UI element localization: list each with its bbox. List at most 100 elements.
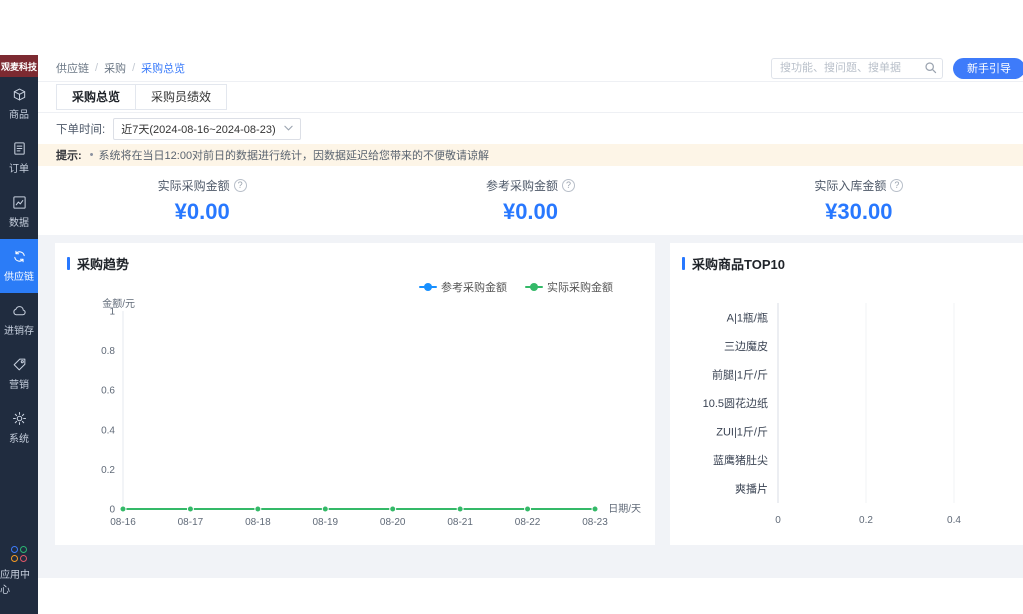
- stat-value: ¥30.00: [825, 199, 892, 225]
- sidebar-item-label: 营销: [9, 376, 29, 391]
- breadcrumb-supply-chain[interactable]: 供应链: [56, 60, 89, 76]
- svg-text:0.4: 0.4: [947, 515, 961, 526]
- sidebar-item-data[interactable]: 数据: [0, 185, 38, 239]
- sidebar-item-label: 系统: [9, 430, 29, 445]
- breadcrumb-separator: /: [132, 62, 135, 74]
- stat-label: 实际采购金额 ?: [158, 177, 247, 194]
- svg-text:08-18: 08-18: [245, 517, 271, 528]
- stat-value: ¥0.00: [175, 199, 230, 225]
- filter-bar: 下单时间: 近7天(2024-08-16~2024-08-23): [38, 113, 1023, 144]
- system-gear-icon: [12, 411, 27, 426]
- top10-products-panel: 采购商品TOP10 A|1瓶/瓶三边魔皮前腿|1斤/斤 10.5圆花边纸 ZUI|1…: [670, 243, 1023, 545]
- legend-marker: [419, 283, 437, 291]
- chevron-down-icon: [284, 125, 293, 132]
- top-header: 供应链 / 采购 / 采购总览 新手引导: [38, 55, 1023, 82]
- svg-text:0.6: 0.6: [101, 386, 115, 397]
- supply-chain-icon: [12, 249, 27, 264]
- legend-label: 实际采购金额: [547, 279, 613, 295]
- inventory-cloud-icon: [12, 303, 27, 318]
- panel-title-text: 采购趋势: [77, 254, 129, 273]
- tab-buyer-performance[interactable]: 采购员绩效: [135, 84, 227, 110]
- svg-text:10.5圆花边纸: 10.5圆花边纸: [703, 397, 768, 410]
- sidebar-item-label: 进销存: [4, 322, 34, 337]
- svg-text:08-16: 08-16: [110, 517, 136, 528]
- legend-item[interactable]: 实际采购金额: [525, 279, 613, 295]
- product-box-icon: [12, 87, 27, 102]
- marketing-tag-icon: [12, 357, 27, 372]
- help-icon[interactable]: ?: [890, 179, 903, 192]
- stat-value: ¥0.00: [503, 199, 558, 225]
- stat-actual-purchase-amount: 实际采购金额 ? ¥0.00: [38, 166, 366, 235]
- sidebar-item-supply-chain[interactable]: 供应链: [0, 239, 38, 293]
- panel-title: 采购商品TOP10: [680, 243, 1023, 277]
- purchase-trend-chart[interactable]: 00.20.40.60.81金额/元08-1608-1708-1808-1908…: [65, 297, 643, 543]
- notice-bullet: •: [90, 149, 94, 161]
- purchase-trend-panel: 采购趋势 参考采购金额实际采购金额 00.20.40.60.81金额/元08-1…: [55, 243, 655, 545]
- order-time-select[interactable]: 近7天(2024-08-16~2024-08-23): [113, 118, 300, 140]
- search-input[interactable]: [771, 58, 943, 79]
- svg-text:08-19: 08-19: [312, 517, 338, 528]
- panel-title-text: 采购商品TOP10: [692, 254, 785, 273]
- sidebar-item-label: 供应链: [4, 268, 34, 283]
- sidebar-item-inventory[interactable]: 进销存: [0, 293, 38, 347]
- charts-row: 采购趋势 参考采购金额实际采购金额 00.20.40.60.81金额/元08-1…: [38, 243, 1023, 545]
- svg-text:三边魔皮: 三边魔皮: [724, 339, 768, 353]
- order-doc-icon: [12, 141, 27, 156]
- stat-label: 参考采购金额 ?: [486, 177, 575, 194]
- title-accent-bar: [67, 257, 70, 270]
- main-content: 供应链 / 采购 / 采购总览 新手引导 采购总览 采购员绩效 下单时: [38, 55, 1023, 614]
- legend-marker: [525, 283, 543, 291]
- svg-text:08-22: 08-22: [515, 517, 541, 528]
- legend-item[interactable]: 参考采购金额: [419, 279, 507, 295]
- sidebar-item-marketing[interactable]: 营销: [0, 347, 38, 401]
- svg-text:08-20: 08-20: [380, 517, 406, 528]
- tab-bar: 采购总览 采购员绩效: [38, 82, 1023, 113]
- svg-text:ZUI|1斤/斤: ZUI|1斤/斤: [716, 426, 768, 439]
- svg-text:蓝鹰猪肚尖: 蓝鹰猪肚尖: [713, 453, 768, 467]
- sidebar-item-system[interactable]: 系统: [0, 401, 38, 455]
- stat-label-text: 实际采购金额: [158, 177, 230, 194]
- tab-purchase-overview[interactable]: 采购总览: [56, 84, 136, 110]
- content-spacer: [38, 545, 1023, 578]
- stat-label: 实际入库金额 ?: [814, 177, 903, 194]
- notice-bar: 提示: • 系统将在当日12:00对前日的数据进行统计，因数据延迟给您带来的不便…: [38, 144, 1023, 166]
- app-frame: 观麦科技 商品 订单 数据 供应链: [0, 55, 1023, 614]
- legend-label: 参考采购金额: [441, 279, 507, 295]
- search-box: [771, 58, 943, 79]
- sidebar-item-label: 商品: [9, 106, 29, 121]
- svg-text:金额/元: 金额/元: [102, 297, 135, 310]
- svg-text:08-21: 08-21: [447, 517, 473, 528]
- app-center-icon: [11, 546, 27, 562]
- chart-legend: 参考采购金额 实际采购金额: [65, 277, 645, 297]
- sidebar-item-products[interactable]: 商品: [0, 77, 38, 131]
- sidebar-item-orders[interactable]: 订单: [0, 131, 38, 185]
- svg-text:0.8: 0.8: [101, 346, 115, 357]
- help-icon[interactable]: ?: [234, 179, 247, 192]
- sidebar-item-label: 应用中心: [0, 566, 38, 596]
- svg-text:前腿|1斤/斤: 前腿|1斤/斤: [712, 367, 768, 381]
- stat-label-text: 实际入库金额: [814, 177, 886, 194]
- stat-reference-purchase-amount: 参考采购金额 ? ¥0.00: [366, 166, 694, 235]
- stats-row: 实际采购金额 ? ¥0.00 参考采购金额 ? ¥0.00 实际入库金额 ? ¥…: [38, 166, 1023, 235]
- sidebar-item-label: 数据: [9, 214, 29, 229]
- panel-title: 采购趋势: [65, 243, 645, 277]
- notice-prefix: 提示:: [56, 147, 82, 163]
- stat-actual-inbound-amount: 实际入库金额 ? ¥30.00: [695, 166, 1023, 235]
- guide-button[interactable]: 新手引导: [953, 58, 1023, 79]
- help-icon[interactable]: ?: [562, 179, 575, 192]
- svg-text:日期/天: 日期/天: [608, 503, 641, 515]
- order-time-value: 近7天(2024-08-16~2024-08-23): [121, 121, 275, 137]
- svg-text:爽播片: 爽播片: [735, 482, 768, 496]
- sidebar-item-app-center[interactable]: 应用中心: [0, 544, 38, 598]
- svg-text:0: 0: [109, 505, 115, 516]
- breadcrumb: 供应链 / 采购 / 采购总览: [56, 60, 185, 76]
- search-icon[interactable]: [924, 61, 938, 75]
- breadcrumb-purchase[interactable]: 采购: [104, 60, 126, 76]
- app-logo: 观麦科技: [0, 55, 38, 77]
- top10-products-chart[interactable]: A|1瓶/瓶三边魔皮前腿|1斤/斤 10.5圆花边纸 ZUI|1斤/斤蓝鹰猪肚尖爽播…: [680, 291, 1023, 537]
- title-accent-bar: [682, 257, 685, 270]
- svg-text:0.2: 0.2: [101, 465, 115, 476]
- header-actions: 新手引导: [771, 58, 1017, 79]
- breadcrumb-purchase-overview: 采购总览: [141, 60, 185, 76]
- svg-text:A|1瓶/瓶: A|1瓶/瓶: [727, 310, 768, 324]
